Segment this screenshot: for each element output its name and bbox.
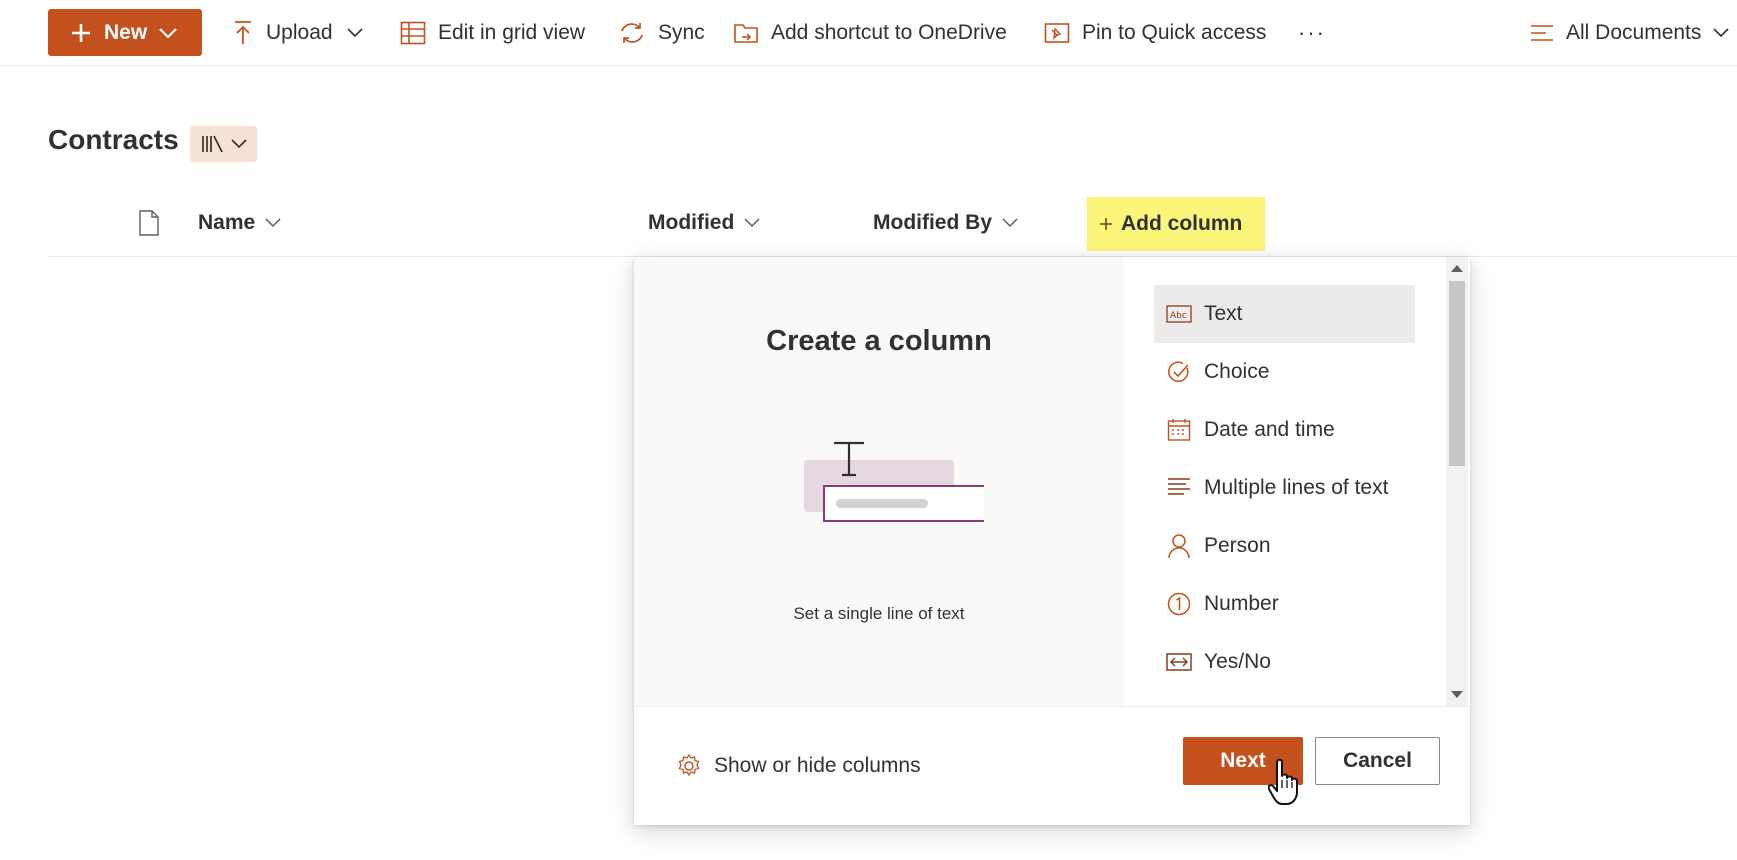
file-type-column[interactable]: [138, 196, 160, 250]
add-column-label: Add column: [1121, 212, 1243, 235]
gear-icon: [678, 753, 700, 777]
scroll-down-arrow-icon[interactable]: [1451, 691, 1463, 698]
modified-by-column-label: Modified By: [873, 211, 992, 234]
column-header-row: Name Modified Modified By: [48, 196, 1737, 257]
person-icon: [1166, 533, 1192, 559]
chevron-down-icon: [1713, 28, 1729, 38]
column-type-multiline[interactable]: Multiple lines of text: [1154, 459, 1415, 517]
modified-by-column-header[interactable]: Modified By: [873, 196, 1018, 250]
sync-icon: [621, 23, 643, 43]
page-title: Contracts: [48, 124, 179, 155]
view-lines-icon: [1531, 25, 1553, 41]
show-hide-columns-link[interactable]: Show or hide columns: [676, 751, 921, 781]
column-type-label: Text: [1204, 302, 1243, 325]
more-options-button[interactable]: ···: [1298, 10, 1326, 56]
library-view-switcher[interactable]: [190, 126, 257, 162]
column-type-text[interactable]: Abc Text: [1154, 285, 1415, 343]
new-button[interactable]: New: [48, 9, 202, 56]
scroll-thumb[interactable]: [1449, 281, 1465, 466]
column-type-choice[interactable]: Choice: [1154, 343, 1415, 401]
column-type-label: Choice: [1204, 360, 1270, 383]
grid-icon: [400, 21, 426, 45]
column-preview: Create a column Set a single line of tex…: [634, 257, 1124, 706]
column-type-label: Date and time: [1204, 418, 1335, 441]
modified-column-label: Modified: [648, 211, 735, 234]
document-icon: [139, 210, 159, 236]
column-type-list: Abc Text Choice Date and time Multiple l…: [1124, 257, 1470, 706]
add-shortcut-label: Add shortcut to OneDrive: [771, 21, 1007, 44]
column-type-label: Number: [1204, 592, 1279, 615]
view-label: All Documents: [1566, 21, 1702, 44]
plus-icon: [1100, 218, 1112, 230]
add-column-button[interactable]: Add column: [1087, 197, 1265, 251]
sync-button[interactable]: Sync: [618, 10, 705, 56]
chevron-down-icon: [265, 218, 281, 228]
pin-icon: [1044, 23, 1070, 43]
modified-column-header[interactable]: Modified: [648, 196, 760, 250]
new-button-label: New: [104, 20, 148, 44]
chevron-down-icon: [744, 218, 760, 228]
library-icon: [201, 135, 223, 153]
create-column-panel: Create a column Set a single line of tex…: [634, 257, 1470, 825]
column-type-date-time[interactable]: Date and time: [1154, 401, 1415, 459]
more-icon: ···: [1298, 20, 1326, 45]
cancel-button[interactable]: Cancel: [1315, 737, 1440, 785]
panel-footer: Show or hide columns Next Cancel: [634, 706, 1470, 825]
add-shortcut-button[interactable]: Add shortcut to OneDrive: [733, 10, 1007, 56]
text-column-illustration: [804, 441, 984, 522]
show-hide-columns-label: Show or hide columns: [714, 754, 921, 777]
hand-cursor-icon: [1268, 758, 1298, 805]
chevron-down-icon: [1002, 218, 1018, 228]
number-icon: [1166, 591, 1192, 617]
pin-quick-access-button[interactable]: Pin to Quick access: [1044, 10, 1266, 56]
scroll-up-arrow-icon[interactable]: [1451, 265, 1463, 272]
edit-grid-label: Edit in grid view: [438, 21, 586, 44]
name-column-label: Name: [198, 211, 256, 234]
plus-icon: [72, 23, 90, 42]
column-type-label: Multiple lines of text: [1204, 476, 1389, 499]
svg-text:Abc: Abc: [1170, 311, 1187, 321]
view-selector[interactable]: All Documents: [1530, 10, 1729, 56]
pin-quick-access-label: Pin to Quick access: [1082, 21, 1267, 44]
edit-grid-button[interactable]: Edit in grid view: [400, 10, 585, 56]
column-type-person[interactable]: Person: [1154, 517, 1415, 575]
calendar-icon: [1166, 417, 1192, 443]
text-abc-icon: Abc: [1166, 301, 1192, 327]
column-type-label: Person: [1204, 534, 1271, 557]
column-type-label: Yes/No: [1204, 650, 1271, 673]
name-column-header[interactable]: Name: [198, 196, 281, 250]
chevron-down-icon: [230, 139, 247, 149]
command-bar: New Upload Edit in grid view Sync Add sh…: [0, 0, 1737, 66]
sync-label: Sync: [658, 21, 705, 44]
upload-label: Upload: [266, 21, 333, 44]
yes-no-icon: [1166, 649, 1192, 675]
choice-check-icon: [1166, 359, 1192, 385]
upload-icon: [235, 21, 251, 44]
panel-description: Set a single line of text: [793, 604, 965, 623]
multiline-text-icon: [1166, 475, 1192, 501]
type-list-scrollbar[interactable]: [1446, 257, 1468, 706]
shortcut-icon: [734, 24, 758, 43]
panel-title: Create a column: [766, 325, 992, 357]
chevron-down-icon: [346, 28, 363, 38]
upload-button[interactable]: Upload: [232, 10, 363, 56]
column-type-yes-no[interactable]: Yes/No: [1154, 633, 1415, 691]
chevron-down-icon: [159, 27, 177, 39]
column-type-number[interactable]: Number: [1154, 575, 1415, 633]
